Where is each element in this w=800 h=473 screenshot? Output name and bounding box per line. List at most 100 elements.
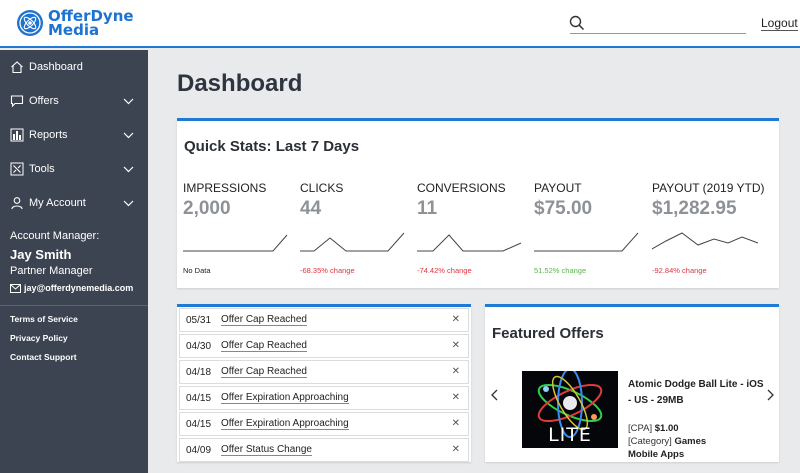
stat-conversions: CONVERSIONS 11 -74.42% change	[417, 181, 527, 275]
sidebar-footer-links: Terms of Service Privacy Policy Contact …	[0, 306, 148, 362]
alerts-card: 05/31 Offer Cap Reached ✕ 04/30 Offer Ca…	[177, 304, 471, 462]
stat-payout: PAYOUT $75.00 51.52% change	[534, 181, 644, 275]
offer-payout-line: [CPA] $1.00	[628, 423, 679, 434]
offer-thumbnail-caption: LITE	[548, 424, 592, 446]
tools-icon	[10, 162, 24, 176]
stat-label: PAYOUT (2019 YTD)	[652, 181, 765, 195]
page-title: Dashboard	[177, 70, 303, 97]
quick-stats-title: Quick Stats: Last 7 Days	[184, 138, 360, 155]
alert-link[interactable]: Offer Cap Reached	[221, 366, 307, 378]
stat-value: $1,282.95	[652, 198, 737, 219]
stat-label: CLICKS	[300, 181, 344, 195]
featured-offers-title: Featured Offers	[492, 325, 604, 342]
stat-value: 44	[300, 198, 322, 219]
sidebar-item-offers[interactable]: Offers	[0, 84, 148, 118]
sidebar-item-my-account[interactable]: My Account	[0, 186, 148, 220]
close-icon[interactable]: ✕	[452, 340, 460, 351]
offer-category-line: [Category] Games	[628, 436, 706, 447]
bar-chart-icon	[10, 128, 24, 142]
logo-atom-icon	[17, 10, 43, 36]
stat-label: CONVERSIONS	[417, 181, 506, 195]
alert-link[interactable]: Offer Cap Reached	[221, 340, 307, 352]
stat-change: -74.42% change	[417, 266, 472, 275]
alert-row: 04/18 Offer Cap Reached ✕	[179, 360, 469, 384]
chevron-down-icon	[123, 166, 134, 173]
close-icon[interactable]: ✕	[452, 314, 460, 325]
sidebar-item-label: Offers	[29, 95, 59, 107]
account-manager-panel: Account Manager: Jay Smith Partner Manag…	[0, 220, 148, 293]
brand-name: OfferDyne Media	[48, 9, 134, 39]
account-manager-name: Jay Smith	[10, 247, 72, 262]
alert-link[interactable]: Offer Cap Reached	[221, 314, 307, 326]
stat-value: $75.00	[534, 198, 593, 219]
alert-date: 04/15	[186, 418, 212, 430]
alert-link[interactable]: Offer Expiration Approaching	[221, 418, 349, 430]
sidebar-item-reports[interactable]: Reports	[0, 118, 148, 152]
chevron-down-icon	[123, 98, 134, 105]
sidebar-item-dashboard[interactable]: Dashboard	[0, 50, 148, 84]
chevron-left-icon[interactable]	[490, 389, 500, 401]
user-icon	[11, 197, 23, 210]
close-icon[interactable]: ✕	[452, 366, 460, 377]
brand-logo[interactable]: OfferDyne Media	[16, 9, 134, 39]
stat-label: PAYOUT	[534, 181, 582, 195]
chevron-down-icon	[123, 200, 134, 207]
stat-payout-ytd: PAYOUT (2019 YTD) $1,282.95 -92.84% chan…	[652, 181, 770, 275]
account-manager-email-text: jay@offerdynemedia.com	[24, 283, 134, 293]
alert-row: 04/30 Offer Cap Reached ✕	[179, 334, 469, 358]
sidebar-item-tools[interactable]: Tools	[0, 152, 148, 186]
stat-change: No Data	[183, 266, 211, 275]
sparkline	[417, 234, 522, 252]
stat-impressions: IMPRESSIONS 2,000 No Data	[183, 181, 293, 275]
sparkline	[534, 232, 639, 252]
stat-change: -92.84% change	[652, 266, 707, 275]
brand-line2: Media	[48, 21, 100, 39]
search-input[interactable]	[570, 33, 746, 34]
home-icon	[11, 61, 23, 74]
logout-link[interactable]: Logout	[761, 17, 798, 31]
alert-row: 04/09 Offer Status Change ✕	[179, 438, 469, 462]
search-icon[interactable]	[569, 15, 585, 31]
privacy-policy-link[interactable]: Privacy Policy	[10, 333, 148, 343]
account-manager-label: Account Manager:	[10, 230, 100, 242]
alert-date: 05/31	[186, 314, 212, 326]
top-header: OfferDyne Media Logout	[0, 0, 800, 48]
account-manager-email[interactable]: jay@offerdynemedia.com	[10, 283, 148, 293]
sparkline	[183, 234, 288, 252]
offer-category-line-2: Mobile Apps	[628, 449, 684, 460]
close-icon[interactable]: ✕	[452, 392, 460, 403]
offer-category-tag: [Category]	[628, 436, 672, 447]
close-icon[interactable]: ✕	[452, 418, 460, 429]
stat-value: 11	[417, 198, 438, 219]
sidebar-item-label: Reports	[29, 129, 68, 141]
sparkline	[652, 232, 759, 250]
chevron-right-icon[interactable]	[765, 389, 775, 401]
alert-row: 04/15 Offer Expiration Approaching ✕	[179, 412, 469, 436]
stat-value: 2,000	[183, 198, 231, 219]
alert-link[interactable]: Offer Status Change	[221, 444, 312, 456]
chevron-down-icon	[123, 132, 134, 139]
alert-row: 05/31 Offer Cap Reached ✕	[179, 308, 469, 332]
alert-date: 04/09	[186, 444, 212, 456]
stat-clicks: CLICKS 44 -68.35% change	[300, 181, 410, 275]
alert-date: 04/18	[186, 366, 212, 378]
quick-stats-card: Quick Stats: Last 7 Days IMPRESSIONS 2,0…	[177, 118, 779, 288]
alert-date: 04/15	[186, 392, 212, 404]
offer-thumbnail[interactable]: LITE	[522, 371, 618, 448]
alert-date: 04/30	[186, 340, 212, 352]
offer-name[interactable]: Atomic Dodge Ball Lite - iOS - US - 29MB	[628, 377, 768, 409]
close-icon[interactable]: ✕	[452, 444, 460, 455]
sidebar-item-label: Tools	[29, 163, 55, 175]
offer-category: Games	[674, 436, 707, 447]
alert-link[interactable]: Offer Expiration Approaching	[221, 392, 349, 404]
sidebar-item-label: Dashboard	[29, 61, 83, 73]
stat-label: IMPRESSIONS	[183, 181, 267, 195]
sidebar-item-label: My Account	[29, 197, 86, 209]
stat-change: 51.52% change	[534, 266, 587, 275]
offer-payout: $1.00	[654, 423, 679, 434]
alert-row: 04/15 Offer Expiration Approaching ✕	[179, 386, 469, 410]
contact-support-link[interactable]: Contact Support	[10, 352, 148, 362]
terms-of-service-link[interactable]: Terms of Service	[10, 314, 148, 324]
stat-change: -68.35% change	[300, 266, 355, 275]
offer-type-tag: [CPA]	[628, 423, 653, 434]
